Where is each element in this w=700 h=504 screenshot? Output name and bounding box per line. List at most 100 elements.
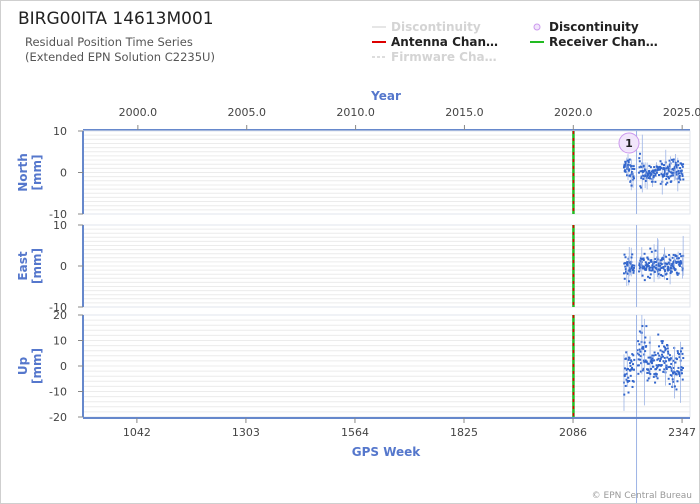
chart-canvas: BIRG00ITA 14613M001 Residual Position Ti…: [0, 0, 700, 504]
bottom-tick-label: 1825: [450, 426, 478, 439]
data-point: [640, 186, 643, 189]
data-point: [651, 362, 654, 365]
data-point: [677, 272, 680, 275]
data-point: [665, 167, 668, 170]
legend-label: Receiver Chan…: [549, 35, 658, 49]
data-point: [659, 269, 662, 272]
data-point: [679, 252, 682, 255]
data-point: [644, 179, 647, 182]
bottom-tick-label: 2086: [559, 426, 587, 439]
data-point: [670, 362, 673, 365]
data-point: [631, 264, 634, 267]
data-point: [649, 247, 652, 250]
data-point: [646, 371, 649, 374]
data-point: [678, 174, 681, 177]
y-axis-label: East: [16, 251, 30, 280]
data-point: [624, 373, 627, 376]
data-point: [652, 365, 655, 368]
discontinuity-marker-label: 1: [625, 137, 633, 150]
data-point: [680, 255, 683, 258]
data-point: [666, 181, 669, 184]
data-point: [647, 275, 650, 278]
data-point: [643, 252, 646, 255]
chart-subtitle-solution: (Extended EPN Solution C2235U): [25, 50, 215, 64]
data-point: [645, 267, 648, 270]
data-point: [666, 172, 669, 175]
data-point: [639, 355, 642, 358]
data-point: [665, 177, 668, 180]
data-point: [663, 164, 666, 167]
y-axis-label: Up: [16, 356, 30, 375]
data-point: [630, 165, 633, 168]
bottom-tick-label: 1303: [232, 426, 260, 439]
data-point: [661, 353, 664, 356]
y-tick-label: 20: [53, 309, 67, 322]
data-point: [648, 169, 651, 172]
data-point: [664, 347, 667, 350]
data-point: [647, 368, 650, 371]
data-point: [624, 384, 627, 387]
data-point: [637, 372, 640, 375]
data-point: [665, 368, 668, 371]
data-point: [675, 358, 678, 361]
data-point: [650, 367, 653, 370]
data-point: [623, 277, 626, 280]
y-tick-label: -10: [49, 386, 67, 399]
data-point: [646, 256, 649, 259]
data-point: [655, 373, 658, 376]
data-point: [632, 271, 635, 274]
data-point: [629, 374, 632, 377]
data-point: [628, 380, 631, 383]
data-point: [630, 360, 633, 363]
data-point: [663, 368, 666, 371]
data-point: [660, 266, 663, 269]
data-point: [677, 181, 680, 184]
data-point: [659, 264, 662, 267]
data-point: [666, 278, 669, 281]
data-point: [638, 343, 641, 346]
data-point: [660, 167, 663, 170]
data-point: [678, 265, 681, 268]
data-point: [639, 152, 642, 155]
data-point: [624, 357, 627, 360]
data-point: [627, 367, 630, 370]
data-point: [663, 356, 666, 359]
data-point: [674, 361, 677, 364]
y-tick-label: 0: [60, 260, 67, 273]
data-point: [671, 378, 674, 381]
data-point: [632, 175, 635, 178]
data-point: [673, 385, 676, 388]
bottom-tick-label: 1564: [341, 426, 369, 439]
data-point: [623, 393, 626, 396]
data-point: [653, 166, 656, 169]
data-point: [624, 265, 627, 268]
data-point: [648, 262, 651, 265]
data-point: [659, 182, 662, 185]
data-point: [649, 356, 652, 359]
data-point: [643, 279, 646, 282]
data-point: [628, 168, 631, 171]
data-point: [681, 173, 684, 176]
data-point: [648, 269, 651, 272]
data-point: [679, 350, 682, 353]
data-point: [647, 258, 650, 261]
data-point: [660, 263, 663, 266]
data-point: [682, 163, 685, 166]
top-axis-label: Year: [370, 89, 401, 103]
legend-label: Firmware Cha…: [391, 50, 497, 64]
data-point: [662, 355, 665, 358]
data-point: [665, 360, 668, 363]
data-point: [654, 249, 657, 252]
data-point: [637, 364, 640, 367]
bottom-tick-label: 1042: [123, 426, 151, 439]
data-point: [678, 172, 681, 175]
data-point: [642, 259, 645, 262]
data-point: [633, 264, 636, 267]
data-point: [627, 358, 630, 361]
data-point: [666, 347, 669, 350]
y-tick-label: 10: [53, 335, 67, 348]
data-point: [677, 257, 680, 260]
data-point: [661, 275, 664, 278]
y-tick-label: -20: [49, 411, 67, 424]
data-point: [680, 372, 683, 375]
